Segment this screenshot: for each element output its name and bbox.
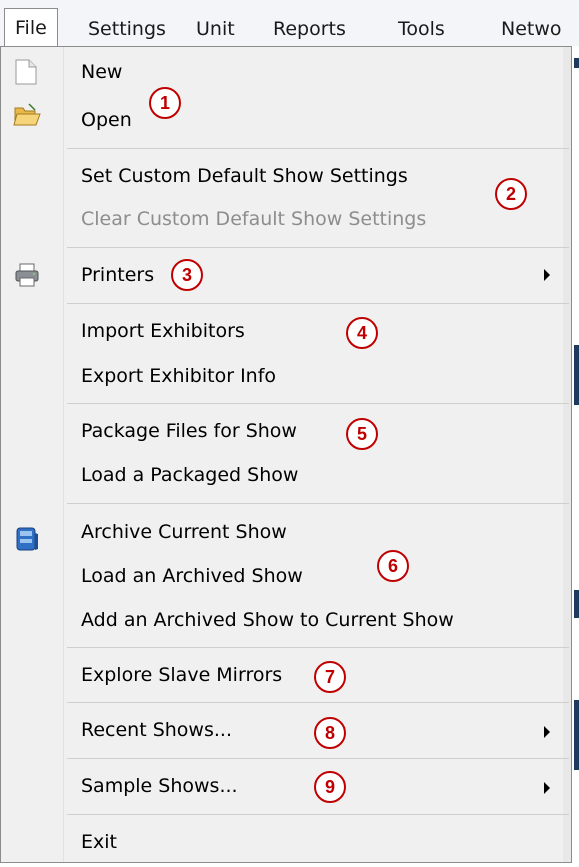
menu-item-explore-slave-mirrors[interactable]: Explore Slave Mirrors — [81, 664, 282, 686]
menu-item-sample-shows[interactable]: Sample Shows... — [81, 775, 238, 797]
menu-separator — [67, 303, 569, 304]
menu-separator — [67, 148, 569, 149]
menu-item-exit[interactable]: Exit — [81, 831, 117, 853]
menu-item-archive-current[interactable]: Archive Current Show — [81, 521, 287, 543]
file-menu-dropdown: New Open Set Custom Default Show Setting… — [0, 46, 572, 863]
menu-item-export-exhibitor-info[interactable]: Export Exhibitor Info — [81, 365, 276, 387]
background-mark — [574, 590, 579, 618]
menu-separator — [67, 647, 569, 648]
menu-file[interactable]: File — [4, 8, 58, 47]
menu-separator — [67, 702, 569, 703]
new-document-icon — [15, 59, 37, 85]
background-mark — [574, 58, 579, 68]
menu-item-load-packaged[interactable]: Load a Packaged Show — [81, 464, 298, 486]
callout-badge: 3 — [171, 259, 203, 291]
menu-item-import-exhibitors[interactable]: Import Exhibitors — [81, 320, 245, 342]
submenu-arrow-icon — [544, 782, 550, 794]
callout-badge: 8 — [314, 717, 346, 749]
callout-badge: 4 — [346, 317, 378, 349]
callout-badge: 9 — [314, 771, 346, 803]
callout-badge: 1 — [149, 87, 181, 119]
menu-item-printers[interactable]: Printers — [81, 264, 154, 286]
menu-item-set-custom-default[interactable]: Set Custom Default Show Settings — [81, 165, 408, 187]
menu-item-new[interactable]: New — [81, 61, 122, 83]
submenu-arrow-icon — [544, 269, 550, 281]
background-mark — [574, 345, 579, 405]
menu-item-clear-custom-default: Clear Custom Default Show Settings — [81, 208, 427, 230]
archive-icon — [16, 527, 38, 551]
callout-badge: 2 — [495, 178, 527, 210]
menu-settings[interactable]: Settings — [88, 12, 166, 46]
menu-separator — [67, 758, 569, 759]
menu-item-open[interactable]: Open — [81, 109, 132, 131]
menu-unit[interactable]: Unit — [196, 12, 235, 46]
menu-reports[interactable]: Reports — [273, 12, 346, 46]
menu-network[interactable]: Netwo — [501, 12, 562, 46]
menu-item-recent-shows[interactable]: Recent Shows... — [81, 719, 232, 741]
icon-gutter — [1, 47, 64, 862]
menu-separator — [67, 247, 569, 248]
menu-item-load-archived[interactable]: Load an Archived Show — [81, 565, 303, 587]
menu-separator — [67, 503, 569, 504]
printer-icon — [15, 263, 39, 287]
open-folder-icon — [13, 103, 41, 126]
menu-edge — [563, 47, 571, 862]
menu-bar: File Settings Unit Reports Tools Netwo — [0, 0, 579, 47]
menu-item-add-archived[interactable]: Add an Archived Show to Current Show — [81, 609, 454, 631]
menu-item-package-files[interactable]: Package Files for Show — [81, 420, 297, 442]
menu-separator — [67, 403, 569, 404]
background-mark — [574, 700, 579, 770]
submenu-arrow-icon — [544, 726, 550, 738]
callout-badge: 5 — [346, 418, 378, 450]
menu-separator — [67, 814, 569, 815]
callout-badge: 6 — [377, 550, 409, 582]
callout-badge: 7 — [314, 661, 346, 693]
menu-tools[interactable]: Tools — [398, 12, 445, 46]
